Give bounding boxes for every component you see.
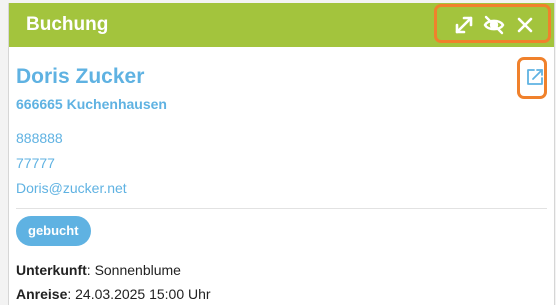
edit-highlight: [517, 57, 547, 99]
status-badge: gebucht: [16, 216, 91, 246]
arrival-label: Anreise: [16, 286, 68, 302]
arrival-value: 24.03.2025 15:00 Uhr: [75, 286, 211, 302]
guest-email-link[interactable]: Doris@zucker.net: [16, 180, 127, 196]
header-actions-highlight: [434, 4, 551, 43]
external-edit-icon[interactable]: [525, 67, 545, 87]
eye-off-icon[interactable]: [483, 14, 505, 36]
booking-panel: Buchung Doris Zucker 666665 Kuchenhausen…: [8, 3, 555, 305]
divider: [16, 208, 547, 209]
panel-header: Buchung: [9, 3, 554, 47]
guest-phone-secondary: 77777: [16, 155, 55, 171]
accommodation-value: Sonnenblume: [94, 262, 181, 278]
arrival-row: Anreise: 24.03.2025 15:00 Uhr: [16, 286, 211, 302]
accommodation-label: Unterkunft: [16, 262, 87, 278]
guest-name: Doris Zucker: [16, 65, 145, 88]
guest-address: 666665 Kuchenhausen: [16, 96, 167, 112]
panel-title: Buchung: [26, 14, 109, 35]
accommodation-row: Unterkunft: Sonnenblume: [16, 262, 181, 278]
close-icon[interactable]: [514, 14, 536, 36]
guest-phone: 888888: [16, 130, 63, 146]
expand-icon[interactable]: [453, 14, 475, 36]
